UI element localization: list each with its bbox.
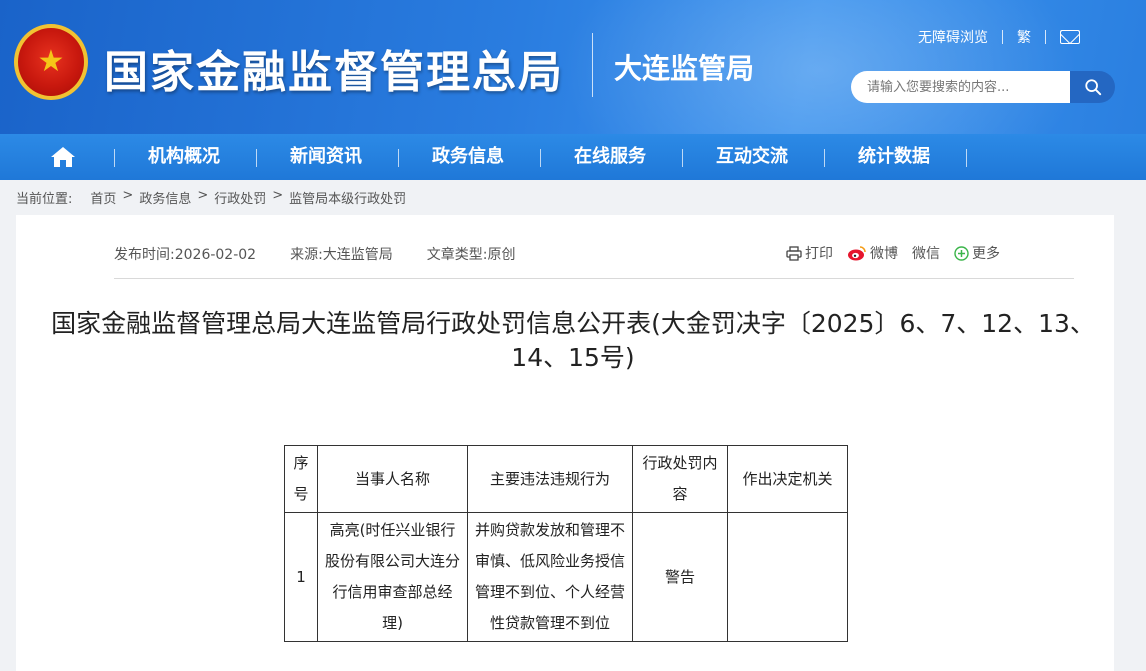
nav-item-online-services[interactable]: 在线服务 (574, 134, 646, 180)
wechat-label: 微信 (912, 246, 940, 262)
nav-item-statistics[interactable]: 统计数据 (858, 134, 930, 180)
site-title[interactable]: 国家金融监督管理总局 (104, 36, 564, 100)
cell-authority (727, 512, 848, 642)
wechat-share[interactable]: 微信 (912, 243, 940, 263)
nav-divider (966, 149, 967, 167)
search-box (851, 71, 1115, 103)
search-icon (1084, 79, 1101, 96)
nav-divider (398, 149, 399, 167)
article-source: 来源:大连监管局 (290, 247, 393, 263)
emblem-star: ★ (37, 44, 65, 79)
more-label: 更多 (972, 246, 1000, 262)
col-header-index: 序号 (284, 445, 318, 513)
breadcrumb-home[interactable]: 首页 (90, 188, 116, 207)
cell-party: 高亮(时任兴业银行股份有限公司大连分行信用审查部总经理) (317, 512, 468, 642)
article-title: 国家金融监督管理总局大连监管局行政处罚信息公开表(大金罚决字〔2025〕6、7、… (51, 309, 1095, 372)
breadcrumb-government-info[interactable]: 政务信息 (139, 188, 191, 207)
share-bar: 打印 微博 微信 更多 (786, 243, 1014, 263)
nav-divider (114, 149, 115, 167)
more-share[interactable]: 更多 (954, 243, 1000, 263)
print-label: 打印 (805, 246, 833, 262)
table-header-row: 序号 当事人名称 主要违法违规行为 行政处罚内容 作出决定机关 (284, 445, 848, 513)
nav-divider (824, 149, 825, 167)
search-input[interactable] (851, 71, 1071, 103)
breadcrumb-separator: > (272, 188, 284, 203)
breadcrumb: 当前位置: 首页 > 政务信息 > 行政处罚 > 监管局本级行政处罚 (16, 188, 412, 207)
meta-divider (114, 278, 1074, 279)
nav-divider (540, 149, 541, 167)
breadcrumb-administrative-penalty[interactable]: 行政处罚 (214, 188, 266, 207)
breadcrumb-separator: > (197, 188, 209, 203)
col-header-party: 当事人名称 (317, 445, 468, 513)
top-link-divider (1002, 30, 1003, 44)
breadcrumb-current[interactable]: 监管局本级行政处罚 (289, 188, 406, 207)
printer-icon (786, 245, 802, 261)
nav-item-about[interactable]: 机构概况 (148, 134, 220, 180)
col-header-penalty: 行政处罚内容 (632, 445, 728, 513)
title-divider (592, 33, 593, 97)
cell-index: 1 (284, 512, 318, 642)
traditional-chinese-link[interactable]: 繁 (1017, 27, 1031, 47)
nav-divider (682, 149, 683, 167)
nav-item-interaction[interactable]: 互动交流 (716, 134, 788, 180)
top-link-divider (1045, 30, 1046, 44)
cell-violation: 并购贷款发放和管理不审慎、低风险业务授信管理不到位、个人经营性贷款管理不到位 (467, 512, 633, 642)
plus-circle-icon (954, 245, 969, 261)
top-links: 无障碍浏览 繁 (918, 28, 1080, 46)
col-header-authority: 作出决定机关 (727, 445, 848, 513)
breadcrumb-label: 当前位置: (16, 192, 73, 207)
weibo-icon (848, 246, 866, 261)
print-button[interactable]: 打印 (786, 243, 833, 263)
branch-title[interactable]: 大连监管局 (614, 47, 754, 87)
breadcrumb-separator: > (122, 188, 134, 203)
cell-penalty: 警告 (632, 512, 728, 642)
nav-item-news[interactable]: 新闻资讯 (290, 134, 362, 180)
mail-icon[interactable] (1060, 30, 1080, 44)
col-header-violation: 主要违法违规行为 (467, 445, 633, 513)
article-meta: 发布时间:2026-02-02 来源:大连监管局 文章类型:原创 (114, 244, 550, 264)
table-row: 1 高亮(时任兴业银行股份有限公司大连分行信用审查部总经理) 并购贷款发放和管理… (284, 512, 848, 642)
search-button[interactable] (1070, 71, 1115, 103)
penalty-table: 序号 当事人名称 主要违法违规行为 行政处罚内容 作出决定机关 1 高亮(时任兴… (284, 445, 848, 642)
national-emblem-icon[interactable]: ★ (14, 24, 88, 100)
nav-item-government-info[interactable]: 政务信息 (432, 134, 504, 180)
weibo-label: 微博 (870, 246, 898, 262)
publish-time: 发布时间:2026-02-02 (114, 247, 257, 263)
article-type: 文章类型:原创 (426, 247, 516, 263)
accessibility-link[interactable]: 无障碍浏览 (918, 27, 988, 47)
nav-divider (256, 149, 257, 167)
weibo-share[interactable]: 微博 (847, 243, 898, 263)
home-icon[interactable] (50, 145, 76, 169)
